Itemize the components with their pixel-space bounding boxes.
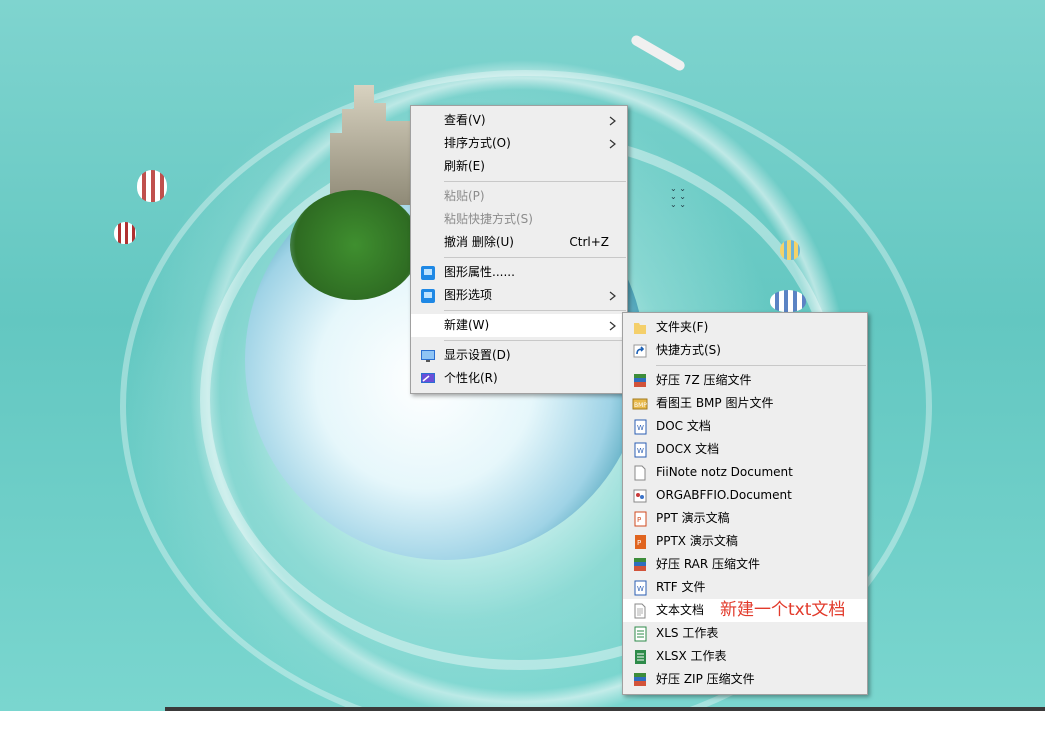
- menu-item-undo-delete[interactable]: 撤消 删除(U) Ctrl+Z: [411, 231, 627, 254]
- menu-separator: [444, 310, 626, 311]
- submenu-item-label: XLS 工作表: [656, 626, 719, 640]
- menu-separator: [444, 257, 626, 258]
- excel-icon: [632, 649, 648, 665]
- graphics-properties-icon: [420, 265, 436, 281]
- submenu-item-label: DOC 文档: [656, 419, 711, 433]
- submenu-item-docx[interactable]: W DOCX 文档: [623, 438, 867, 461]
- menu-item-view[interactable]: 查看(V): [411, 109, 627, 132]
- menu-item-paste-shortcut: 粘贴快捷方式(S): [411, 208, 627, 231]
- balloon: [780, 240, 800, 260]
- submenu-item-label: 好压 ZIP 压缩文件: [656, 672, 755, 686]
- menu-item-label: 排序方式(O): [444, 136, 511, 150]
- blank-file-icon: [632, 465, 648, 481]
- chevron-right-icon: [609, 314, 617, 337]
- menu-item-label: 显示设置(D): [444, 348, 511, 362]
- submenu-item-label: 好压 RAR 压缩文件: [656, 557, 761, 571]
- submenu-item-pptx[interactable]: P PPTX 演示文稿: [623, 530, 867, 553]
- menu-item-paste: 粘贴(P): [411, 185, 627, 208]
- submenu-item-doc[interactable]: W DOC 文档: [623, 415, 867, 438]
- word-doc-icon: W: [632, 419, 648, 435]
- balloon: [137, 170, 167, 202]
- submenu-item-label: XLSX 工作表: [656, 649, 727, 663]
- menu-item-graphics-properties[interactable]: 图形属性......: [411, 261, 627, 284]
- folder-icon: [632, 320, 648, 336]
- submenu-item-orgabffio[interactable]: ORGABFFIO.Document: [623, 484, 867, 507]
- submenu-item-rar[interactable]: 好压 RAR 压缩文件: [623, 553, 867, 576]
- submenu-item-bmp[interactable]: BMP 看图王 BMP 图片文件: [623, 392, 867, 415]
- svg-text:W: W: [637, 447, 644, 455]
- submenu-item-folder[interactable]: 文件夹(F): [623, 316, 867, 339]
- submenu-item-ppt[interactable]: P PPT 演示文稿: [623, 507, 867, 530]
- submenu-item-label: 看图王 BMP 图片文件: [656, 396, 774, 410]
- submenu-item-xlsx[interactable]: XLSX 工作表: [623, 645, 867, 668]
- submenu-item-label: 文本文档: [656, 603, 705, 617]
- trees: [290, 190, 420, 300]
- shortcut-icon: [632, 343, 648, 359]
- submenu-item-label: 好压 7Z 压缩文件: [656, 373, 752, 387]
- bmp-image-icon: BMP: [632, 396, 648, 412]
- desktop-context-menu: 查看(V) 排序方式(O) 刷新(E) 粘贴(P) 粘贴快捷方式(S) 撤消 删…: [410, 105, 628, 394]
- submenu-item-7z[interactable]: 好压 7Z 压缩文件: [623, 369, 867, 392]
- balloon: [114, 222, 136, 244]
- ppt-icon: P: [632, 511, 648, 527]
- submenu-item-shortcut[interactable]: 快捷方式(S): [623, 339, 867, 362]
- text-file-icon: [632, 603, 648, 619]
- menu-item-label: 粘贴快捷方式(S): [444, 212, 533, 226]
- submenu-item-label: 文件夹(F): [656, 320, 709, 334]
- menu-item-label: 个性化(R): [444, 371, 498, 385]
- svg-text:P: P: [637, 516, 641, 524]
- submenu-item-label: PPT 演示文稿: [656, 511, 730, 525]
- word-doc-icon: W: [632, 442, 648, 458]
- svg-text:BMP: BMP: [634, 402, 647, 409]
- submenu-item-label: RTF 文件: [656, 580, 706, 594]
- menu-item-label: 新建(W): [444, 318, 490, 332]
- menu-item-sort[interactable]: 排序方式(O): [411, 132, 627, 155]
- submenu-item-label: DOCX 文档: [656, 442, 720, 456]
- menu-item-graphics-options[interactable]: 图形选项: [411, 284, 627, 307]
- menu-item-label: 查看(V): [444, 113, 486, 127]
- submenu-item-label: FiiNote notz Document: [656, 465, 793, 479]
- new-submenu: 文件夹(F) 快捷方式(S) 好压 7Z 压缩文件 BMP 看图王 BMP 图片…: [622, 312, 868, 695]
- menu-item-refresh[interactable]: 刷新(E): [411, 155, 627, 178]
- menu-separator: [656, 365, 866, 366]
- haozip-archive-icon: [632, 373, 648, 389]
- chevron-right-icon: [609, 109, 617, 132]
- menu-separator: [444, 340, 626, 341]
- submenu-item-label: ORGABFFIO.Document: [656, 488, 792, 502]
- balloon: [770, 290, 806, 312]
- haozip-archive-icon: [632, 557, 648, 573]
- submenu-item-xls[interactable]: XLS 工作表: [623, 622, 867, 645]
- ppt-icon: P: [632, 534, 648, 550]
- annotation-text: 新建一个txt文档: [720, 600, 846, 620]
- chevron-right-icon: [609, 284, 617, 307]
- submenu-item-label: PPTX 演示文稿: [656, 534, 738, 548]
- svg-text:P: P: [637, 539, 641, 547]
- taskbar[interactable]: [165, 707, 1045, 711]
- menu-item-personalize[interactable]: 个性化(R): [411, 367, 627, 390]
- submenu-item-label: 快捷方式(S): [656, 343, 721, 357]
- menu-item-label: 图形属性......: [444, 265, 515, 279]
- orgabffio-icon: [632, 488, 648, 504]
- submenu-item-fiinote[interactable]: FiiNote notz Document: [623, 461, 867, 484]
- svg-text:W: W: [637, 585, 644, 593]
- chevron-right-icon: [609, 132, 617, 155]
- menu-item-display-settings[interactable]: 显示设置(D): [411, 344, 627, 367]
- svg-text:W: W: [637, 424, 644, 432]
- excel-icon: [632, 626, 648, 642]
- haozip-archive-icon: [632, 672, 648, 688]
- menu-item-shortcut: Ctrl+Z: [569, 235, 609, 249]
- personalize-icon: [420, 371, 436, 387]
- menu-item-label: 撤消 删除(U): [444, 235, 514, 249]
- birds: ⌄ ⌄ ⌄ ⌄ ⌄ ⌄: [670, 184, 686, 209]
- word-doc-icon: W: [632, 580, 648, 596]
- menu-item-label: 刷新(E): [444, 159, 485, 173]
- graphics-options-icon: [420, 288, 436, 304]
- menu-item-label: 图形选项: [444, 288, 493, 302]
- airplane: [629, 33, 687, 73]
- display-settings-icon: [420, 348, 436, 364]
- menu-item-new[interactable]: 新建(W): [411, 314, 627, 337]
- menu-item-label: 粘贴(P): [444, 189, 485, 203]
- menu-separator: [444, 181, 626, 182]
- submenu-item-zip[interactable]: 好压 ZIP 压缩文件: [623, 668, 867, 691]
